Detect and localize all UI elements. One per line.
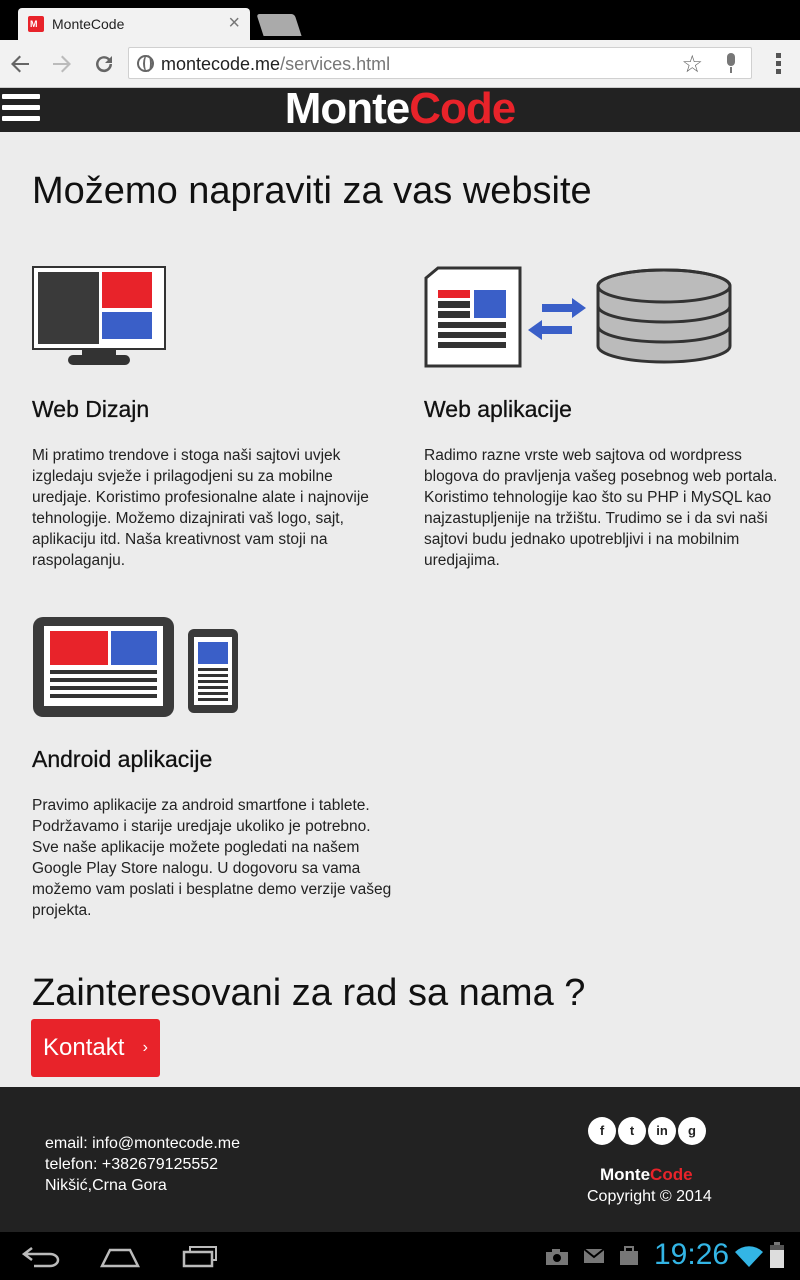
- service-title: Web Dizajn: [32, 396, 150, 422]
- browser-tabbar: M MonteCode ×: [0, 0, 800, 40]
- wifi-icon: [735, 1246, 763, 1267]
- url-text[interactable]: montecode.me/services.html: [161, 54, 390, 75]
- microphone-icon[interactable]: [725, 53, 737, 73]
- contact-button[interactable]: Kontakt ›: [31, 1019, 160, 1077]
- home-nav-icon[interactable]: [100, 1246, 140, 1268]
- battery-icon: [770, 1242, 784, 1268]
- bookmark-star-icon[interactable]: ☆: [681, 50, 703, 79]
- new-tab-button[interactable]: [256, 14, 302, 36]
- cta-title: Zainteresovani za rad sa nama ?: [32, 972, 586, 1014]
- web-app-database-icon: [424, 266, 732, 368]
- service-text: Radimo razne vrste web sajtova od wordpr…: [424, 447, 778, 569]
- email-icon: [583, 1248, 605, 1263]
- service-text: Pravimo aplikacije za android smartfone …: [32, 797, 392, 919]
- back-arrow-icon[interactable]: [8, 52, 32, 76]
- status-clock: 19:26: [654, 1238, 730, 1271]
- tab-title: MonteCode: [52, 16, 125, 32]
- contact-info: email: info@montecode.me telefon: +38267…: [45, 1133, 240, 1196]
- footer-logo: MonteCode: [600, 1165, 693, 1184]
- browser-toolbar: montecode.me/services.html ☆: [0, 40, 800, 88]
- contact-email[interactable]: email: info@montecode.me: [45, 1133, 240, 1154]
- service-web-apps: Web aplikacije Radimo razne vrste web sa…: [424, 396, 784, 571]
- page-title: Možemo napraviti za vas website: [32, 170, 592, 212]
- copyright-text: Copyright © 2014: [587, 1188, 712, 1205]
- url-host: montecode.me: [161, 54, 281, 74]
- site-header: MonteCode: [0, 87, 800, 132]
- globe-icon: [137, 55, 154, 72]
- main-content: Možemo napraviti za vas website Web Diza…: [0, 132, 800, 1087]
- browser-tab[interactable]: M MonteCode ×: [18, 8, 250, 40]
- back-nav-icon[interactable]: [22, 1246, 60, 1268]
- social-links: f t in g: [588, 1117, 708, 1145]
- camera-icon: [546, 1249, 568, 1265]
- recent-apps-icon[interactable]: [182, 1244, 218, 1268]
- site-logo[interactable]: MonteCode: [0, 87, 800, 131]
- site-footer: email: info@montecode.me telefon: +38267…: [0, 1087, 800, 1232]
- monitor-icon: [32, 266, 166, 365]
- facebook-icon[interactable]: f: [588, 1117, 616, 1145]
- service-android-apps: Android aplikacije Pravimo aplikacije za…: [32, 746, 392, 921]
- tablet-phone-icon: [33, 617, 238, 717]
- overflow-menu-icon[interactable]: [776, 53, 782, 75]
- address-bar[interactable]: montecode.me/services.html ☆: [128, 47, 752, 79]
- service-title: Android aplikacije: [32, 746, 213, 772]
- twitter-icon[interactable]: t: [618, 1117, 646, 1145]
- google-plus-icon[interactable]: g: [678, 1117, 706, 1145]
- service-title: Web aplikacije: [424, 396, 572, 422]
- linkedin-icon[interactable]: in: [648, 1117, 676, 1145]
- service-web-design: Web Dizajn Mi pratimo trendove i stoga n…: [32, 396, 392, 571]
- reload-icon[interactable]: [92, 52, 116, 76]
- url-path: /services.html: [280, 54, 391, 74]
- favicon-icon: M: [28, 16, 44, 32]
- chevron-right-icon: ›: [142, 1039, 148, 1056]
- system-navigation-bar: 19:26: [0, 1232, 800, 1280]
- tab-close-icon[interactable]: ×: [228, 12, 240, 34]
- forward-arrow-icon[interactable]: [50, 52, 74, 76]
- contact-address: Nikšić,Crna Gora: [45, 1177, 167, 1194]
- contact-button-label: Kontakt: [43, 1034, 125, 1061]
- shopping-bag-icon: [620, 1246, 638, 1265]
- service-text: Mi pratimo trendove i stoga naši sajtovi…: [32, 447, 369, 569]
- contact-phone[interactable]: telefon: +382679125552: [45, 1154, 240, 1175]
